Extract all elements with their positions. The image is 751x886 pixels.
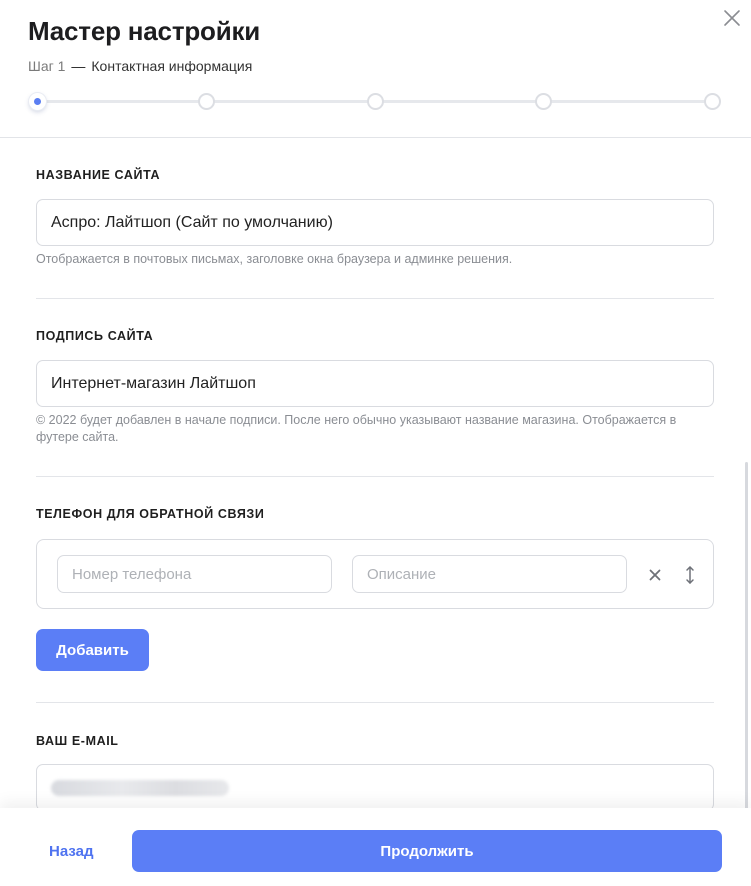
wizard-footer: Назад Продолжить xyxy=(0,808,751,886)
divider xyxy=(36,298,714,299)
step-separator: — xyxy=(71,58,86,74)
wizard-header: Мастер настройки Шаг 1 — Контактная информ… xyxy=(0,0,751,138)
step-progress xyxy=(28,92,723,112)
divider xyxy=(36,702,714,703)
email-input[interactable] xyxy=(36,764,714,811)
site-name-label: Название сайта xyxy=(36,168,161,182)
close-icon xyxy=(649,569,661,581)
remove-phone-button[interactable] xyxy=(646,566,664,584)
continue-button[interactable]: Продолжить xyxy=(132,830,722,872)
page-title: Мастер настройки xyxy=(28,16,261,46)
progress-step-1[interactable] xyxy=(29,93,46,110)
step-subtitle: Шаг 1 — Контактная информация xyxy=(28,58,252,74)
site-name-hint: Отображается в почтовых письмах, заголов… xyxy=(36,252,513,266)
site-name-input[interactable]: Аспро: Лайтшоп (Сайт по умолчанию) xyxy=(36,199,714,246)
back-button[interactable]: Назад xyxy=(49,843,93,860)
site-signature-input[interactable]: Интернет-магазин Лайтшоп xyxy=(36,360,714,407)
step-name: Контактная информация xyxy=(91,58,253,74)
close-icon xyxy=(724,10,740,26)
progress-step-3[interactable] xyxy=(367,93,384,110)
scrollbar-thumb[interactable] xyxy=(745,462,748,810)
progress-step-4[interactable] xyxy=(535,93,552,110)
progress-step-5[interactable] xyxy=(704,93,721,110)
site-signature-label: Подпись сайта xyxy=(36,329,154,343)
phone-row: Номер телефона Описание xyxy=(36,539,714,609)
phone-label: Телефон для обратной связи xyxy=(36,507,265,521)
drag-vertical-icon xyxy=(686,566,694,584)
step-number: Шаг 1 xyxy=(28,58,66,74)
phone-number-input[interactable]: Номер телефона xyxy=(57,555,332,593)
add-phone-button[interactable]: Добавить xyxy=(36,629,149,671)
close-button[interactable] xyxy=(722,8,742,28)
progress-step-2[interactable] xyxy=(198,93,215,110)
blurred-email-value xyxy=(51,780,229,796)
email-label: Ваш e-mail xyxy=(36,734,119,748)
divider xyxy=(36,476,714,477)
reorder-handle[interactable] xyxy=(683,564,697,586)
phone-description-input[interactable]: Описание xyxy=(352,555,627,593)
site-signature-hint: © 2022 будет добавлен в начале подписи. … xyxy=(36,413,677,444)
